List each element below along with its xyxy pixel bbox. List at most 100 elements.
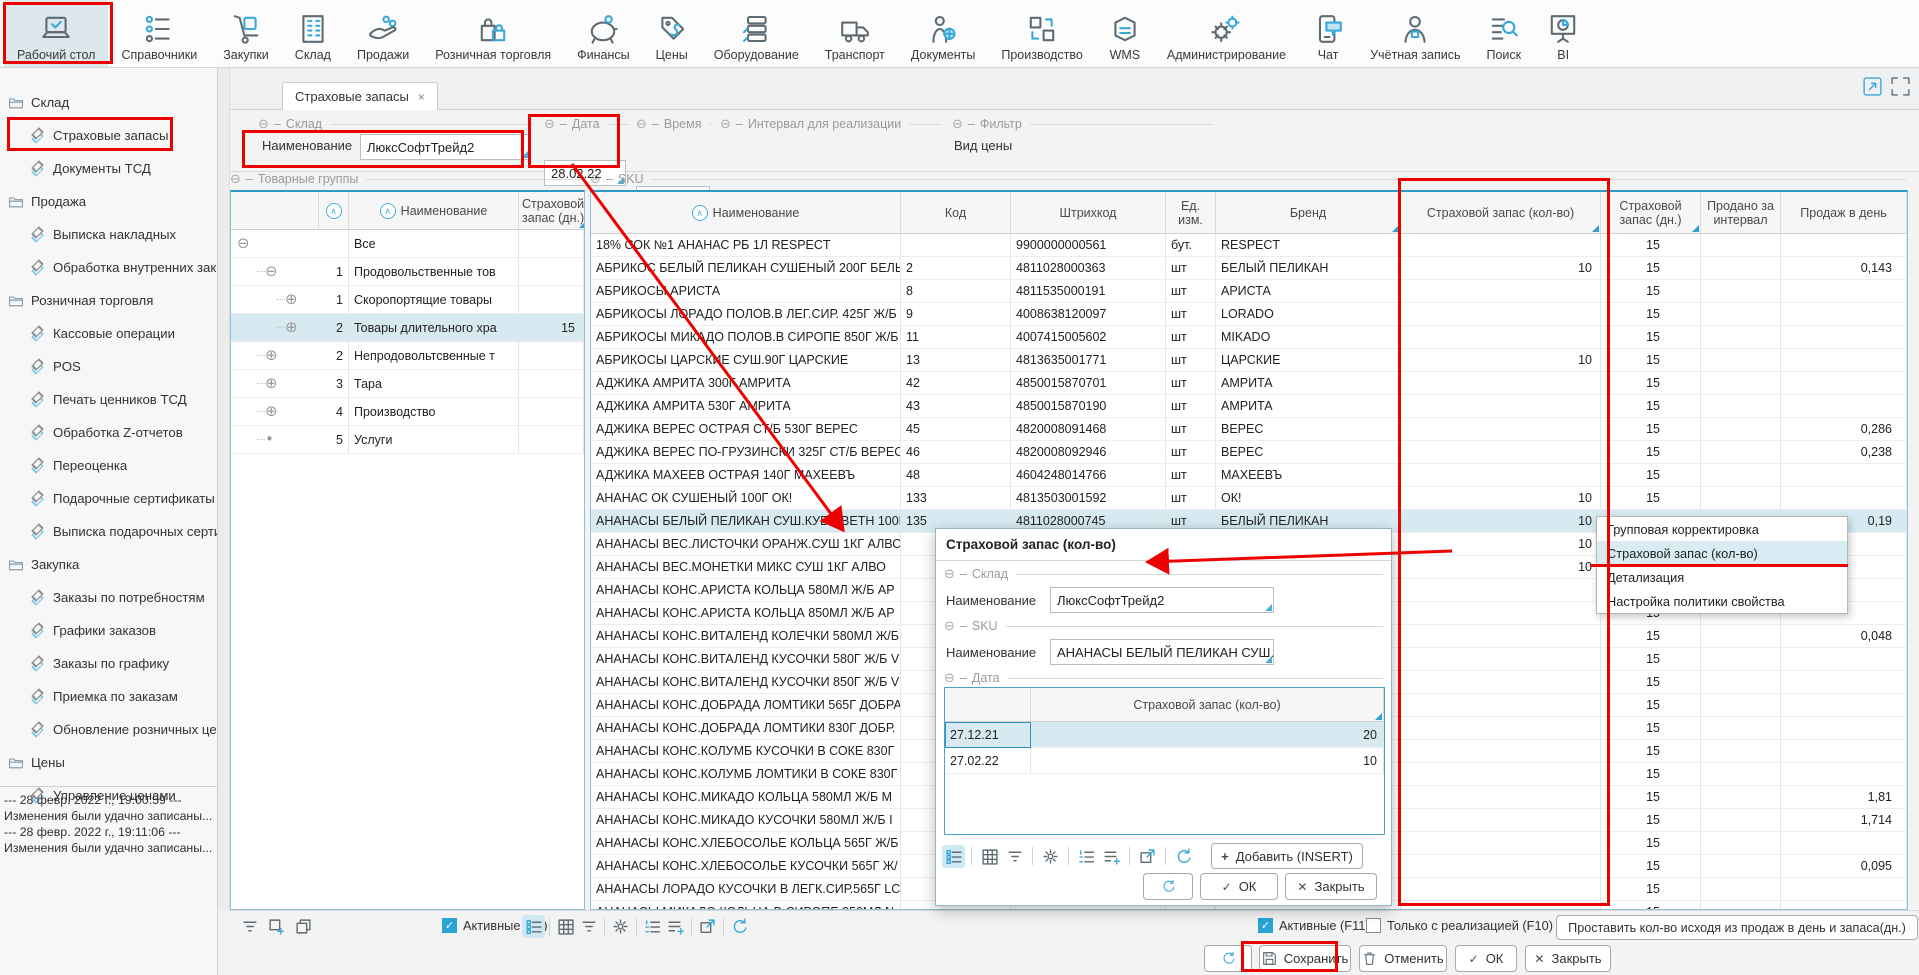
dialog-row-date[interactable]: 27.02.22	[945, 748, 1031, 774]
sku-row-7[interactable]: АДЖИКА АМРИТА 530Г АМРИТА 43 48500158701…	[591, 395, 1907, 418]
toolbar-item-11[interactable]: Производство	[988, 0, 1096, 67]
dialog-group-sku[interactable]: ⊖–SKU	[944, 618, 1383, 634]
sidebar-section-2[interactable]: Розничная торговля	[0, 284, 217, 317]
dialog-row-date[interactable]: 27.12.21	[945, 722, 1031, 748]
dialog-row-qty[interactable]: 20	[1031, 722, 1384, 748]
select-plus-button[interactable]	[265, 915, 288, 938]
gear-button[interactable]	[1039, 845, 1062, 868]
active-f11-checkbox[interactable]: ✓Активные (F11)	[1258, 918, 1370, 933]
dialog-group-sklad[interactable]: ⊖–Склад	[944, 566, 1383, 582]
add-row-button[interactable]	[664, 915, 687, 938]
dialog-warehouse-input[interactable]: ЛюксСофтТрейд2	[1050, 587, 1274, 613]
funnel-button[interactable]	[238, 915, 261, 938]
toolbar-item-12[interactable]: WMS	[1096, 0, 1154, 67]
sku-col-6[interactable]: Страховой запас (дн.)	[1601, 192, 1701, 233]
toolbar-item-9[interactable]: Транспорт	[812, 0, 898, 67]
context-menu-item-2[interactable]: Детализация	[1597, 565, 1847, 589]
toolbar-item-8[interactable]: Оборудование	[701, 0, 812, 67]
grid-view-button[interactable]	[978, 845, 1001, 868]
dialog-ok-button[interactable]: ✓ОК	[1200, 873, 1278, 900]
sidebar-item-0-0[interactable]: Страховые запасы	[0, 119, 217, 152]
copy-button[interactable]	[292, 915, 315, 938]
toolbar-item-13[interactable]: Администрирование	[1154, 0, 1299, 67]
close-button[interactable]: ✕Закрыть	[1525, 945, 1611, 972]
dialog-row-1[interactable]: 27.02.22 10	[945, 748, 1384, 774]
group-row-6[interactable]: ⊕ 4 Производство	[231, 398, 584, 426]
cancel-button[interactable]: Отменить	[1359, 945, 1447, 972]
sku-row-9[interactable]: АДЖИКА ВЕРЕС ПО-ГРУЗИНСКИ 325Г СТ/Б ВЕРЕ…	[591, 441, 1907, 464]
toolbar-item-14[interactable]: Чат	[1299, 0, 1357, 67]
sku-row-3[interactable]: АБРИКОСЫ ЛОРАДО ПОЛОВ.В ЛЕГ.СИР. 425Г Ж/…	[591, 303, 1907, 326]
dialog-col-qty[interactable]: Страховой запас (кол-во)	[1031, 688, 1384, 721]
sku-col-0[interactable]: ∧Наименование	[591, 192, 901, 233]
reload-button[interactable]	[728, 915, 751, 938]
group-data[interactable]: ⊖–Дата	[544, 116, 628, 132]
sku-col-4[interactable]: Бренд	[1216, 192, 1401, 233]
sku-col-7[interactable]: Продано за интервал	[1701, 192, 1781, 233]
export-button[interactable]	[1136, 845, 1159, 868]
tree-expander-icon[interactable]: ⊖	[237, 236, 253, 252]
toolbar-item-0[interactable]: Рабочий стол	[4, 0, 108, 67]
sidebar-item-2-4[interactable]: Переоценка	[0, 449, 217, 482]
tree-expander-icon[interactable]: ⊕	[285, 292, 301, 308]
dialog-group-date[interactable]: ⊖–Дата	[944, 670, 1383, 686]
ok-button[interactable]: ✓ОК	[1455, 945, 1517, 972]
group-sklad[interactable]: ⊖–Склад	[258, 116, 534, 132]
toolbar-item-5[interactable]: Розничная торговля	[422, 0, 564, 67]
group-row-5[interactable]: ⊕ 3 Тара	[231, 370, 584, 398]
tree-expander-icon[interactable]: ⊕	[285, 320, 301, 336]
sidebar-item-2-2[interactable]: Печать ценников ТСД	[0, 383, 217, 416]
group-row-7[interactable]: • 5 Услуги	[231, 426, 584, 454]
context-menu-item-3[interactable]: Настройка политики свойства	[1597, 589, 1847, 613]
export-button[interactable]	[696, 915, 719, 938]
dialog-close-button[interactable]: ✕Закрыть	[1285, 873, 1377, 900]
toolbar-item-15[interactable]: Учётная запись	[1357, 0, 1473, 67]
checkbox-unchecked-icon[interactable]	[1366, 918, 1381, 933]
toolbar-item-3[interactable]: Склад	[282, 0, 344, 67]
add-row-button[interactable]	[1100, 845, 1123, 868]
tree-expander-icon[interactable]: ⊖	[265, 264, 281, 280]
sku-row-1[interactable]: АБРИКОС БЕЛЫЙ ПЕЛИКАН СУШЕНЫЙ 200Г БЕЛЬ …	[591, 257, 1907, 280]
group-row-3[interactable]: ⊕ 2 Товары длительного хра 15	[231, 314, 584, 342]
sidebar-item-2-5[interactable]: Подарочные сертификаты	[0, 482, 217, 515]
fill-qty-button[interactable]: Проставить кол-во исходя из продаж в ден…	[1556, 915, 1918, 940]
sidebar-item-3-2[interactable]: Заказы по графику	[0, 647, 217, 680]
sidebar-item-2-1[interactable]: POS	[0, 350, 217, 383]
list-view-button[interactable]	[942, 845, 965, 868]
sidebar-item-3-1[interactable]: Графики заказов	[0, 614, 217, 647]
gear-button[interactable]	[609, 915, 632, 938]
group-row-4[interactable]: ⊕ 2 Непродовольтсвенные т	[231, 342, 584, 370]
sidebar-splitter[interactable]	[218, 68, 230, 910]
toolbar-item-1[interactable]: Справочники	[108, 0, 210, 67]
toolbar-item-4[interactable]: Продажи	[344, 0, 422, 67]
sidebar-item-2-3[interactable]: Обработка Z-отчетов	[0, 416, 217, 449]
sidebar-section-0[interactable]: Склад	[0, 86, 217, 119]
sku-row-10[interactable]: АДЖИКА МАХЕЕВ ОСТРАЯ 140Г МАХЕЕВЪ 48 460…	[591, 464, 1907, 487]
tree-expander-icon[interactable]: ⊕	[265, 376, 281, 392]
sidebar-item-1-0[interactable]: Выписка накладных	[0, 218, 217, 251]
open-window-icon[interactable]	[1862, 76, 1883, 102]
checkbox-checked-icon[interactable]: ✓	[442, 918, 457, 933]
sidebar-section-1[interactable]: Продажа	[0, 185, 217, 218]
dialog-col-date[interactable]	[945, 688, 1031, 721]
dialog-row-0[interactable]: 27.12.21 20	[945, 722, 1384, 748]
sidebar-item-3-3[interactable]: Приемка по заказам	[0, 680, 217, 713]
refresh-button[interactable]	[1204, 945, 1252, 972]
toolbar-item-6[interactable]: Финансы	[564, 0, 642, 67]
sidebar-item-3-0[interactable]: Заказы по потребностям	[0, 581, 217, 614]
checkbox-checked-icon[interactable]: ✓	[1258, 918, 1273, 933]
only-sales-f10-checkbox[interactable]: Только с реализацией (F10)	[1366, 918, 1553, 933]
sidebar-section-3[interactable]: Закупка	[0, 548, 217, 581]
sku-col-1[interactable]: Код	[901, 192, 1011, 233]
toolbar-item-2[interactable]: Закупки	[210, 0, 282, 67]
dialog-sku-input[interactable]: АНАНАСЫ БЕЛЫЙ ПЕЛИКАН СУШ.К	[1050, 639, 1274, 665]
sidebar-item-3-4[interactable]: Обновление розничных цен	[0, 713, 217, 746]
funnel-button[interactable]	[1003, 845, 1026, 868]
group-row-0[interactable]: ⊖ Все	[231, 230, 584, 258]
warehouse-input[interactable]: ЛюксСофтТрейд2	[360, 134, 530, 160]
tree-expander-icon[interactable]: ⊕	[265, 404, 281, 420]
groups-col-name[interactable]: ∧Наименование	[349, 192, 519, 229]
save-button[interactable]: Сохранить	[1259, 945, 1351, 972]
reload-button[interactable]	[1172, 845, 1195, 868]
context-menu-item-0[interactable]: Групповая корректировка	[1597, 517, 1847, 541]
